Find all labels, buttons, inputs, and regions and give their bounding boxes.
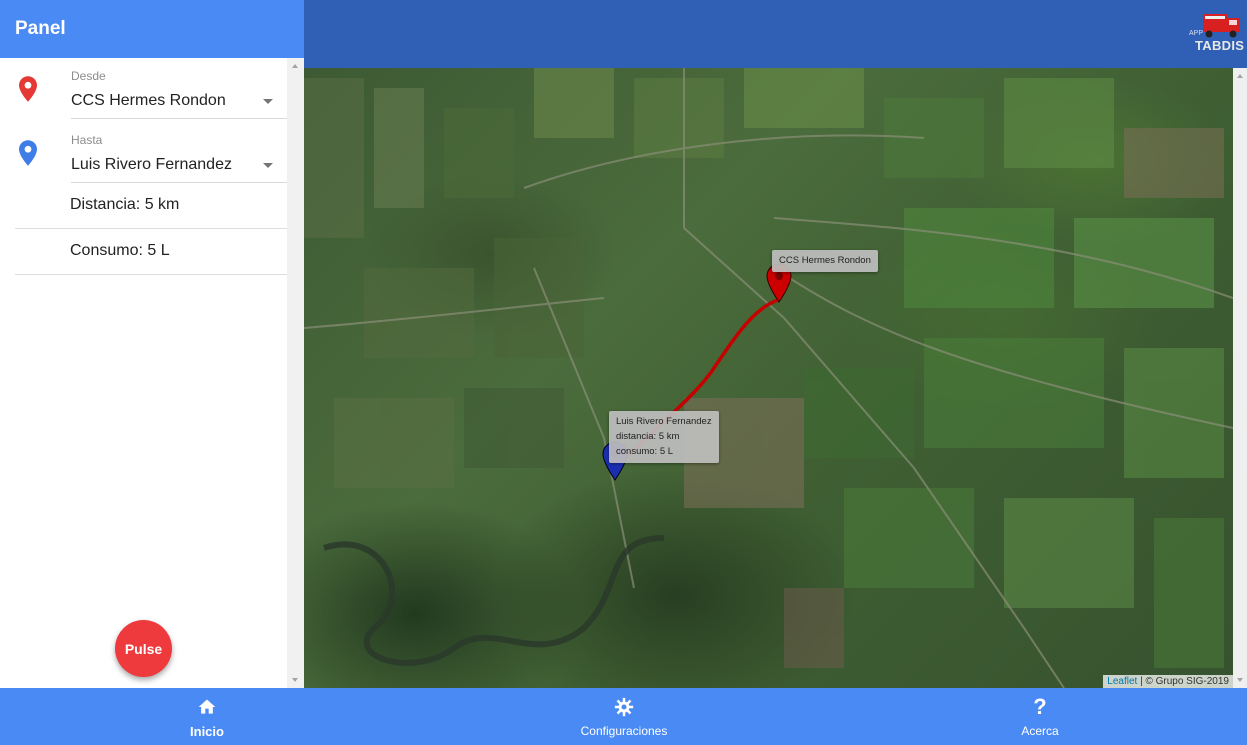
nav-item-acerca[interactable]: ? Acerca <box>990 688 1090 745</box>
nav-label-acerca: Acerca <box>1021 724 1059 738</box>
bottom-navigation: Inicio Configuraciones ? Acerca <box>0 688 1247 745</box>
home-icon <box>198 699 216 714</box>
scroll-up-arrow-icon[interactable] <box>292 64 298 68</box>
distance-text: Distancia: 5 km <box>70 196 180 213</box>
chevron-down-icon[interactable] <box>263 163 273 168</box>
chevron-down-icon[interactable] <box>263 99 273 104</box>
distance-row: Distancia: 5 km <box>15 183 287 229</box>
pulse-button[interactable]: Pulse <box>115 620 172 677</box>
to-tooltip-distance: distancia: 5 km <box>616 431 680 442</box>
scroll-down-arrow-icon[interactable] <box>292 678 298 682</box>
satellite-map[interactable]: CCS Hermes Rondon Luis Rivero Fernandez … <box>304 68 1233 688</box>
from-value[interactable]: CCS Hermes Rondon <box>71 92 226 110</box>
divider <box>71 118 287 119</box>
map-scrollbar[interactable] <box>1233 68 1247 688</box>
to-select[interactable]: Hasta Luis Rivero Fernandez <box>15 130 287 184</box>
from-tooltip-name: CCS Hermes Rondon <box>779 255 871 266</box>
leaflet-link[interactable]: Leaflet <box>1107 676 1137 687</box>
nav-label-configuraciones: Configuraciones <box>580 724 668 738</box>
scroll-up-arrow-icon[interactable] <box>1237 74 1243 78</box>
to-value[interactable]: Luis Rivero Fernandez <box>71 156 232 174</box>
panel-scrollbar[interactable] <box>287 58 304 688</box>
top-app-bar: APP TABDIS <box>304 0 1247 68</box>
scroll-down-arrow-icon[interactable] <box>1237 678 1243 682</box>
nav-item-configuraciones[interactable]: Configuraciones <box>554 688 694 745</box>
logo-text: TABDIS <box>1195 38 1245 53</box>
to-marker-tooltip: Luis Rivero Fernandez distancia: 5 km co… <box>609 411 719 463</box>
side-panel: Desde CCS Hermes Rondon Hasta Luis River… <box>0 58 304 688</box>
gear-icon <box>614 697 634 717</box>
panel-title: Panel <box>0 0 304 58</box>
map-attribution: Leaflet | © Grupo SIG-2019 <box>1103 675 1233 688</box>
from-caption: Desde <box>71 69 106 83</box>
to-tooltip-consumption: consumo: 5 L <box>616 446 674 457</box>
from-select[interactable]: Desde CCS Hermes Rondon <box>15 66 287 120</box>
location-pin-icon <box>19 140 37 166</box>
nav-item-inicio[interactable]: Inicio <box>157 688 257 745</box>
consumption-row: Consumo: 5 L <box>15 229 287 275</box>
to-tooltip-name: Luis Rivero Fernandez <box>616 416 712 427</box>
nav-label-inicio: Inicio <box>190 724 224 739</box>
from-marker-tooltip: CCS Hermes Rondon <box>772 250 878 272</box>
to-caption: Hasta <box>71 133 103 147</box>
consumption-text: Consumo: 5 L <box>70 242 170 259</box>
location-pin-icon <box>19 76 37 102</box>
attribution-text: | © Grupo SIG-2019 <box>1137 676 1229 687</box>
question-icon: ? <box>1033 694 1047 719</box>
app-logo: APP TABDIS <box>1189 12 1245 54</box>
logo-app-label: APP <box>1189 30 1204 37</box>
map-terrain <box>304 68 1233 688</box>
